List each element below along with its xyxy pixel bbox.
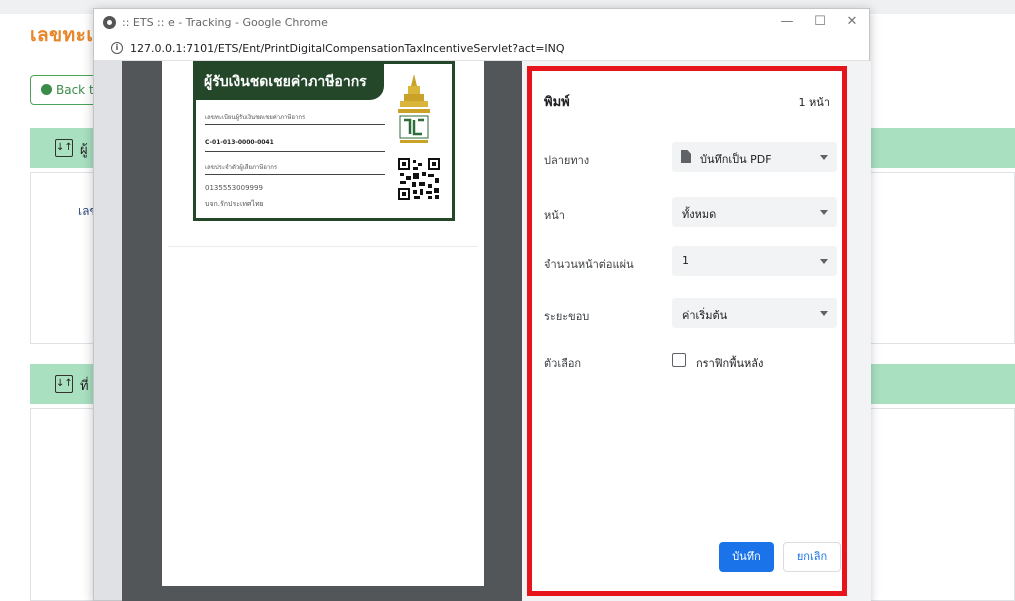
card-company: บจก.รักประเทศไทย [205,200,264,208]
info-icon[interactable]: i [111,42,123,54]
destination-label: ปลายทาง [544,154,590,167]
chevron-down-icon [820,259,828,264]
page-divider [168,246,478,247]
section-header-2-label: ที่ [80,379,89,394]
window-titlebar: :: ETS :: e - Tracking - Google Chrome —… [94,9,869,37]
pages-per-sheet-select[interactable]: 1 [672,246,837,276]
options-label: ตัวเลือก [544,357,582,370]
sort-icon: ↓↑ [55,139,73,157]
margins-label: ระยะขอบ [544,310,590,323]
chrome-window: :: ETS :: e - Tracking - Google Chrome —… [93,8,871,601]
document-icon [681,150,691,163]
pages-per-sheet-label: จำนวนหน้าต่อแผ่น [544,258,634,271]
card-divider [205,174,385,175]
maximize-icon[interactable]: ☐ [810,14,830,29]
margins-value: ค่าเริ่มต้น [682,309,728,322]
pages-label: หน้า [544,209,565,222]
destination-value: บันทึกเป็น PDF [700,153,772,166]
card-divider [205,124,385,125]
card-divider [205,151,385,152]
back-icon [41,84,52,95]
pages-select[interactable]: ทั้งหมด [672,197,837,227]
card-tax-value: 0135553009999 [205,184,263,192]
pages-per-sheet-value: 1 [682,254,689,267]
minimize-icon[interactable]: — [777,14,797,29]
card-header: ผู้รับเงินชดเชยค่าภาษีอากร [196,64,384,100]
preview-page: ผู้รับเงินชดเชยค่าภาษีอากร เลขทะเบียนผู้… [162,61,484,586]
print-preview-area[interactable]: ผู้รับเงินชดเชยค่าภาษีอากร เลขทะเบียนผู้… [122,61,522,601]
cancel-button[interactable]: ยกเลิก [783,542,841,572]
destination-select[interactable]: บันทึกเป็น PDF [672,142,837,172]
margins-select[interactable]: ค่าเริ่มต้น [672,298,837,328]
emblem-icon [398,74,430,143]
screen: เลขทะเบี Back t ↓↑ ผู้ เลข ↓↑ ที่ :: ETS… [0,0,1015,601]
sort-icon: ↓↑ [55,375,73,393]
url-text: 127.0.0.1:7101/ETS/Ent/PrintDigitalCompe… [130,42,565,55]
card-tax-label: เลขประจำตัวผู้เสียภาษีอากร [205,164,278,171]
section-header-1-label: ผู้ [80,143,88,158]
page-count: 1 หน้า [798,96,830,109]
card-heading: ผู้รับเงินชดเชยค่าภาษีอากร [204,74,367,90]
tax-incentive-card: ผู้รับเงินชดเชยค่าภาษีอากร เลขทะเบียนผู้… [193,61,455,221]
card-reg-label: เลขทะเบียนผู้รับเงินชดเชยค่าภาษีอากร [205,114,306,121]
window-title: :: ETS :: e - Tracking - Google Chrome [122,16,328,29]
print-dialog-title: พิมพ์ [544,95,570,110]
back-button-label: Back t [56,83,94,97]
save-button[interactable]: บันทึก [719,542,774,572]
chevron-down-icon [820,311,828,316]
address-bar[interactable]: i 127.0.0.1:7101/ETS/Ent/PrintDigitalCom… [94,37,869,61]
qr-code-icon [398,158,440,200]
card-reg-value: C-01-013-0000-0041 [205,139,274,146]
chevron-down-icon [820,210,828,215]
chevron-down-icon [820,155,828,160]
print-dialog: พิมพ์ 1 หน้า ปลายทาง บันทึกเป็น PDF หน้า… [527,66,847,596]
print-settings-area: พิมพ์ 1 หน้า ปลายทาง บันทึกเป็น PDF หน้า… [522,61,871,601]
chrome-icon [103,16,116,29]
pages-value: ทั้งหมด [682,208,717,221]
close-icon[interactable]: ✕ [842,14,862,29]
background-graphics-checkbox[interactable] [672,353,686,367]
background-graphics-label[interactable]: กราฟิกพื้นหลัง [696,354,763,372]
